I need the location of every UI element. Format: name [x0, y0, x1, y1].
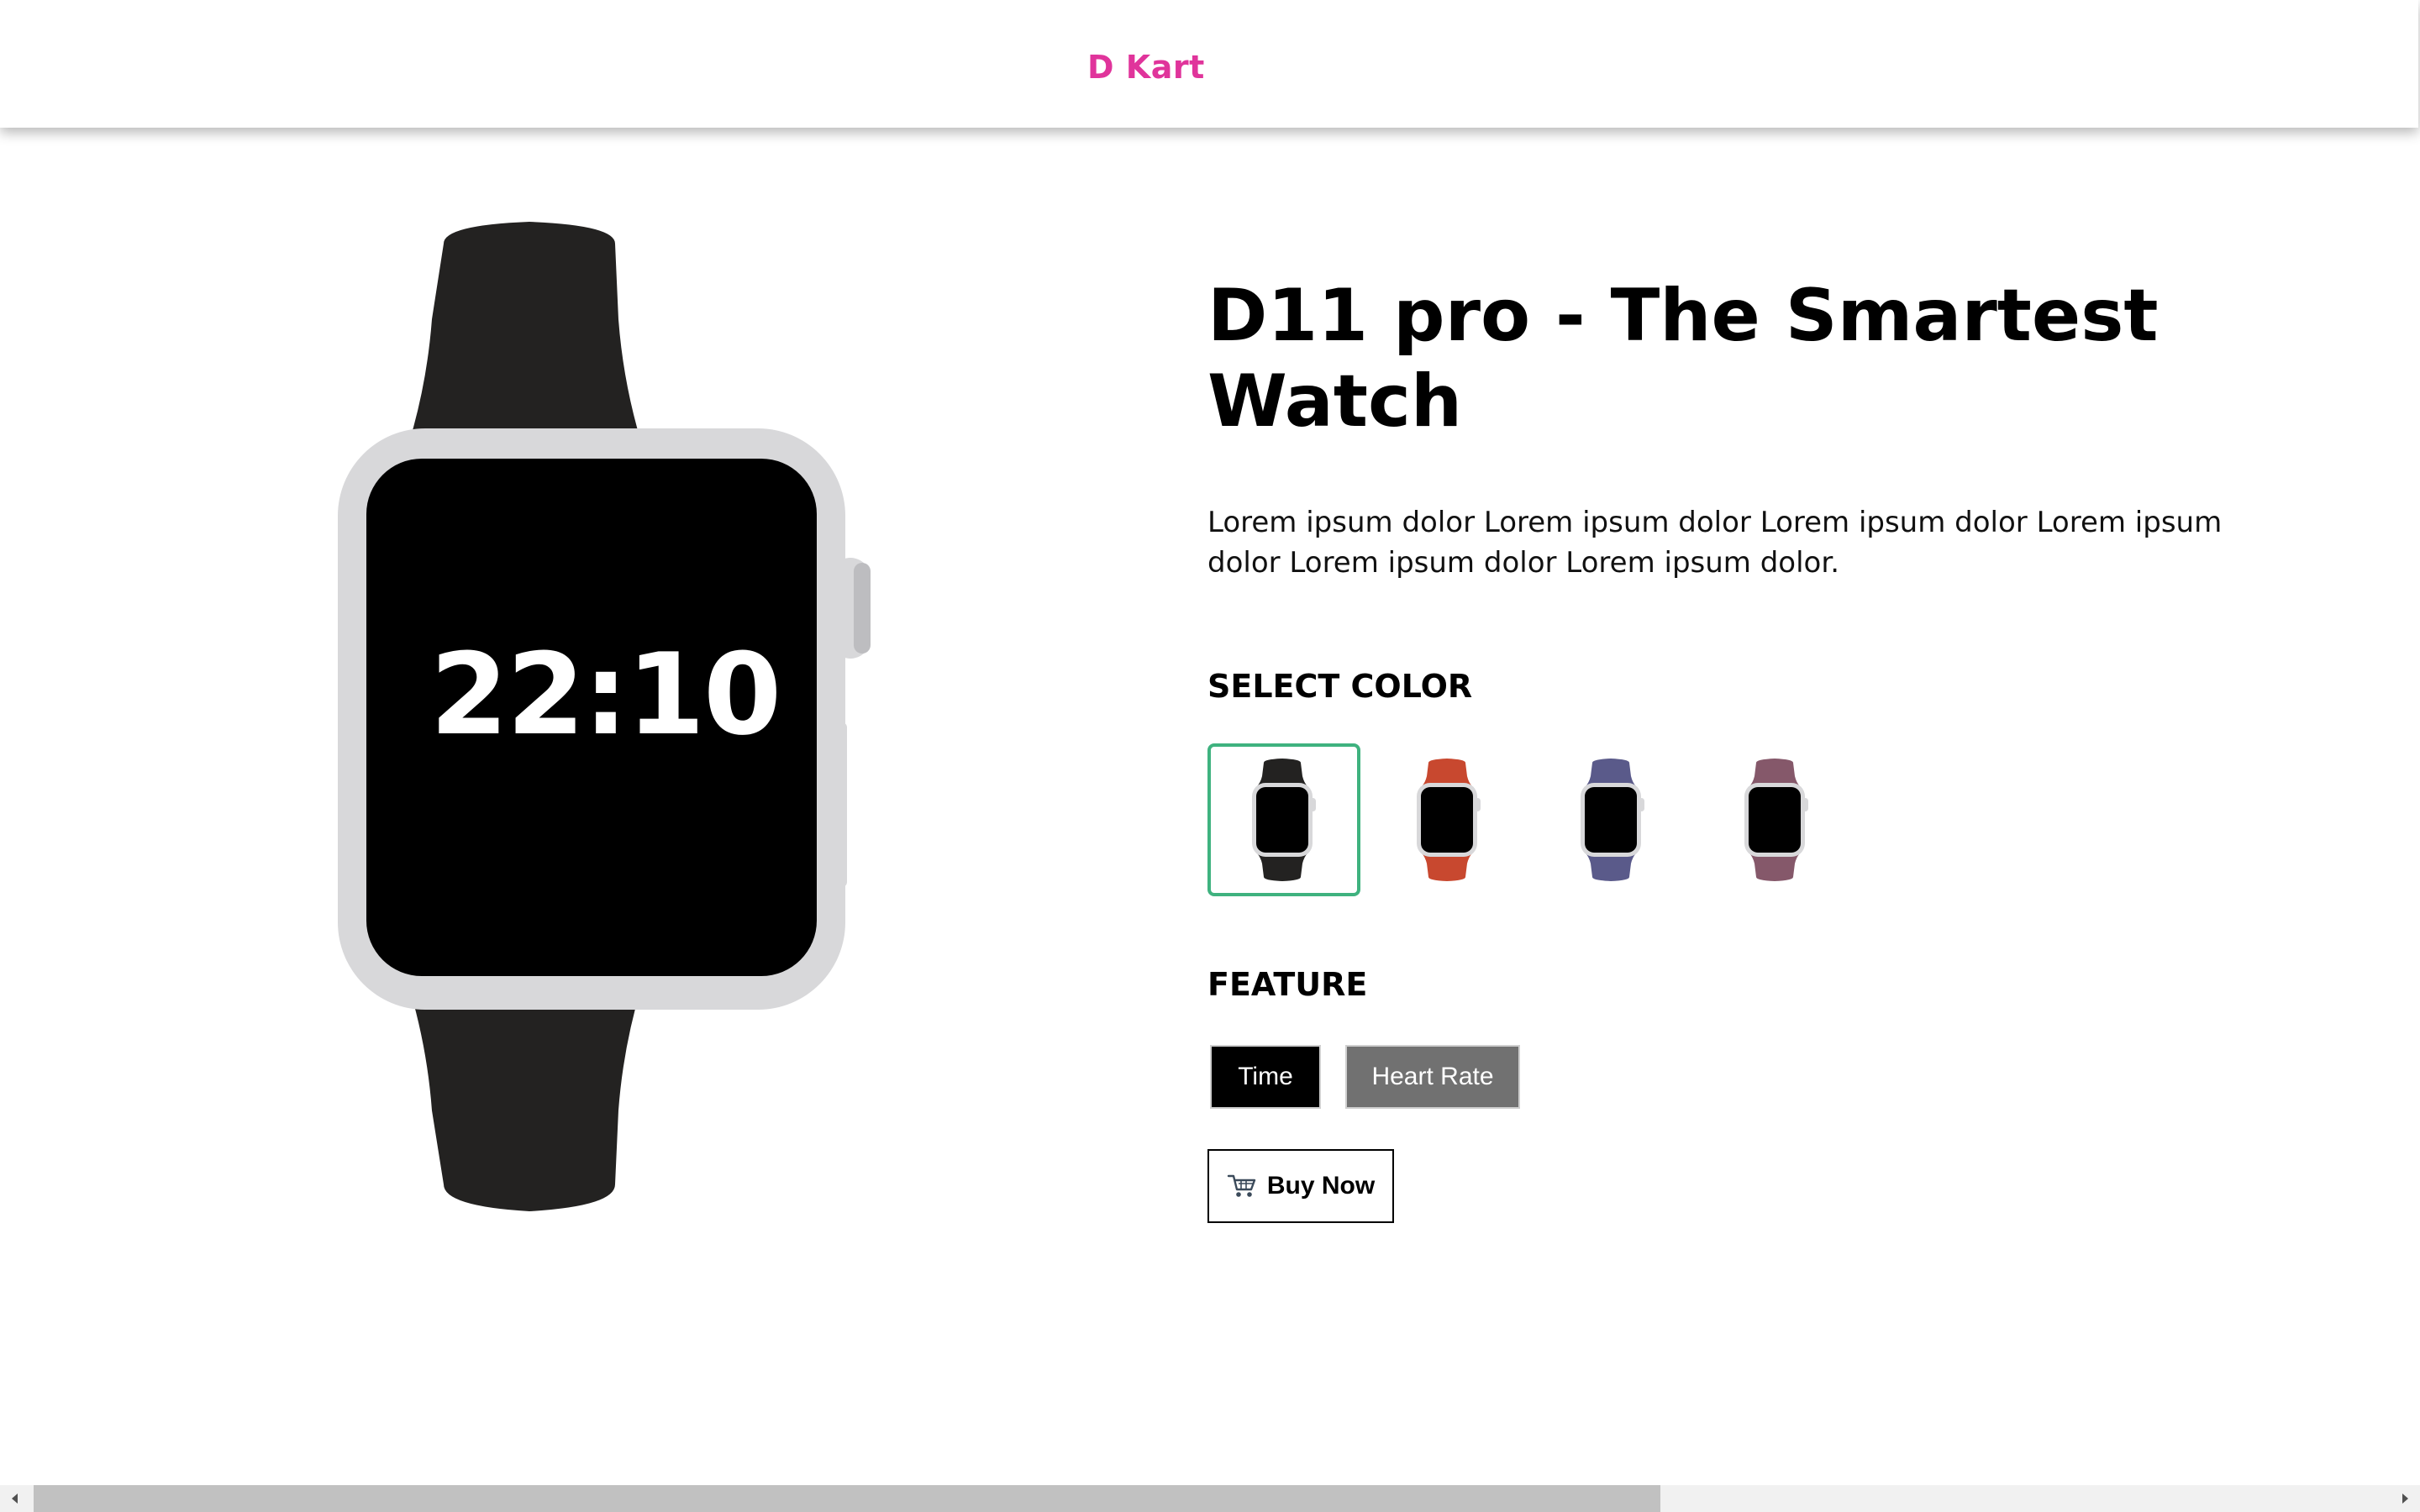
watch-preview: 22:10 — [328, 218, 882, 1218]
feature-time-button[interactable]: Time — [1210, 1045, 1321, 1109]
buy-now-label: Buy Now — [1266, 1172, 1376, 1200]
color-option-blue[interactable] — [1536, 743, 1689, 896]
watch-band-bottom — [407, 979, 644, 1211]
scroll-right-arrow-icon[interactable] — [2390, 1485, 2420, 1512]
watch-thumbnail-purple-icon — [1744, 759, 1808, 881]
horizontal-scrollbar[interactable] — [0, 1485, 2420, 1512]
select-color-heading: SELECT COLOR — [1207, 668, 1473, 705]
product-page: D Kart 22:10 D11 pro - The Smartest Watc… — [0, 0, 2420, 1512]
color-swatch-list — [1207, 743, 1846, 896]
feature-heading: FEATURE — [1207, 966, 1368, 1003]
watch-time-display: 22:10 — [429, 629, 782, 760]
buy-now-button[interactable]: Buy Now — [1207, 1149, 1394, 1223]
brand-logo[interactable]: D Kart — [1087, 49, 1205, 86]
color-option-red[interactable] — [1372, 743, 1525, 896]
watch-thumbnail-red-icon — [1417, 759, 1481, 881]
scrollbar-thumb[interactable] — [34, 1485, 1660, 1512]
watch-band-top — [407, 222, 644, 450]
watch-thumbnail-blue-icon — [1581, 759, 1644, 881]
product-title: D11 pro - The Smartest Watch — [1207, 274, 2159, 444]
scroll-left-arrow-icon[interactable] — [0, 1485, 30, 1512]
color-option-purple[interactable] — [1700, 743, 1853, 896]
watch-thumbnail-black-icon — [1252, 759, 1316, 881]
top-navbar: D Kart — [0, 0, 2418, 128]
color-option-black[interactable] — [1207, 743, 1360, 896]
cart-icon — [1227, 1174, 1256, 1197]
product-description: Lorem ipsum dolor Lorem ipsum dolor Lore… — [1207, 506, 2223, 580]
feature-heart-rate-button[interactable]: Heart Rate — [1345, 1045, 1520, 1109]
